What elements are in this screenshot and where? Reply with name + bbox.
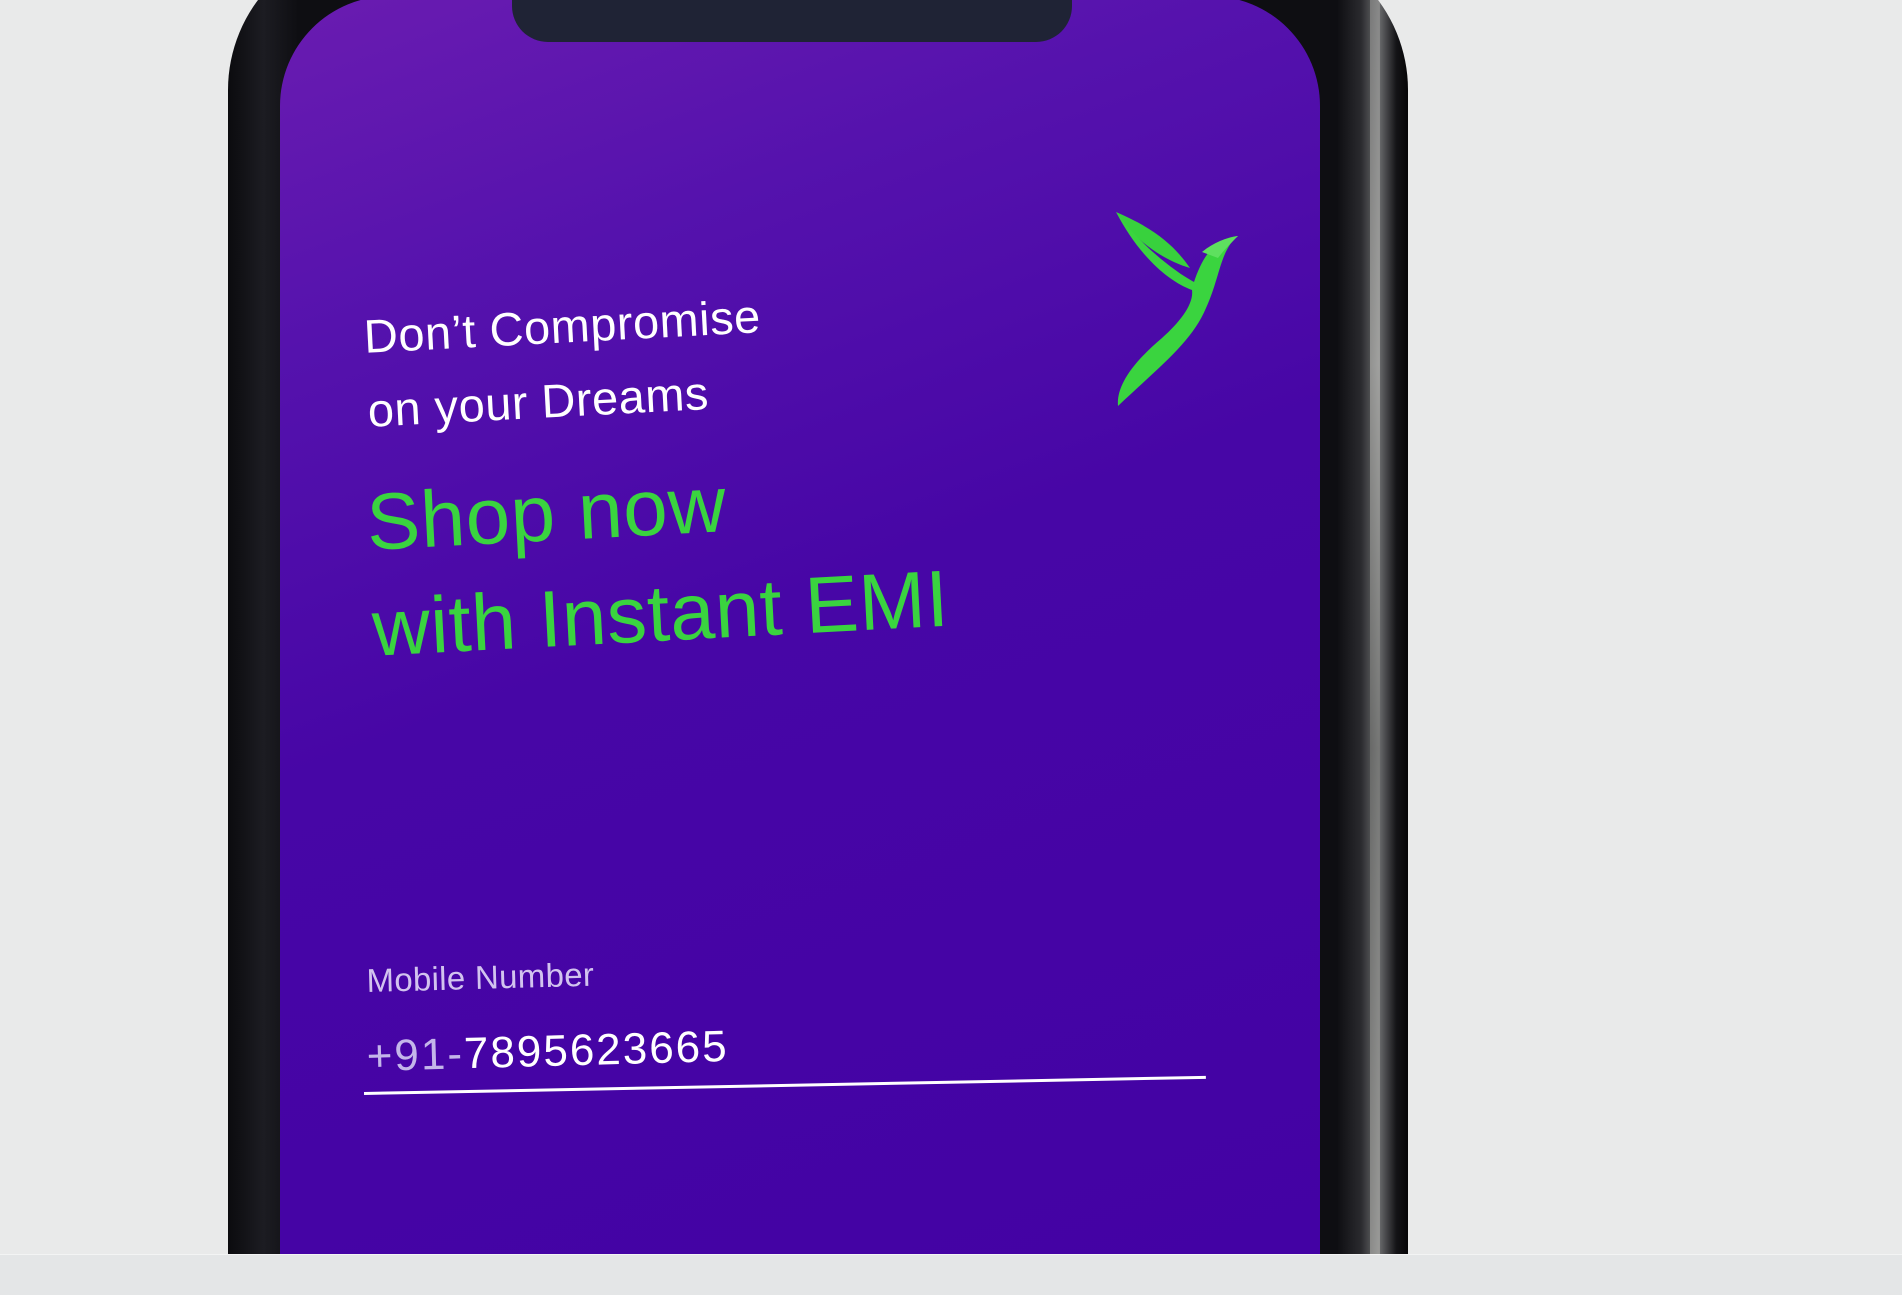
mobile-number-value: 7895623665 <box>463 1021 730 1079</box>
bottom-strip <box>0 1254 1902 1295</box>
bird-icon <box>1116 212 1238 406</box>
phone-screen: Don’t Compromise on your Dreams Shop now… <box>280 0 1320 1254</box>
tagline: Don’t Compromise on your Dreams <box>362 279 766 448</box>
headline: Shop now with Instant EMI <box>364 440 951 682</box>
mobile-number-underline <box>364 1075 1206 1095</box>
phone-mockup: Don’t Compromise on your Dreams Shop now… <box>228 0 1408 1254</box>
country-code-prefix: +91- <box>366 1029 465 1081</box>
phone-side-edge <box>1370 0 1380 1254</box>
mobile-number-label: Mobile Number <box>366 955 595 999</box>
mobile-number-input[interactable]: +91-7895623665 <box>366 1022 729 1082</box>
page-background: Don’t Compromise on your Dreams Shop now… <box>0 0 1902 1295</box>
phone-notch <box>512 0 1072 42</box>
